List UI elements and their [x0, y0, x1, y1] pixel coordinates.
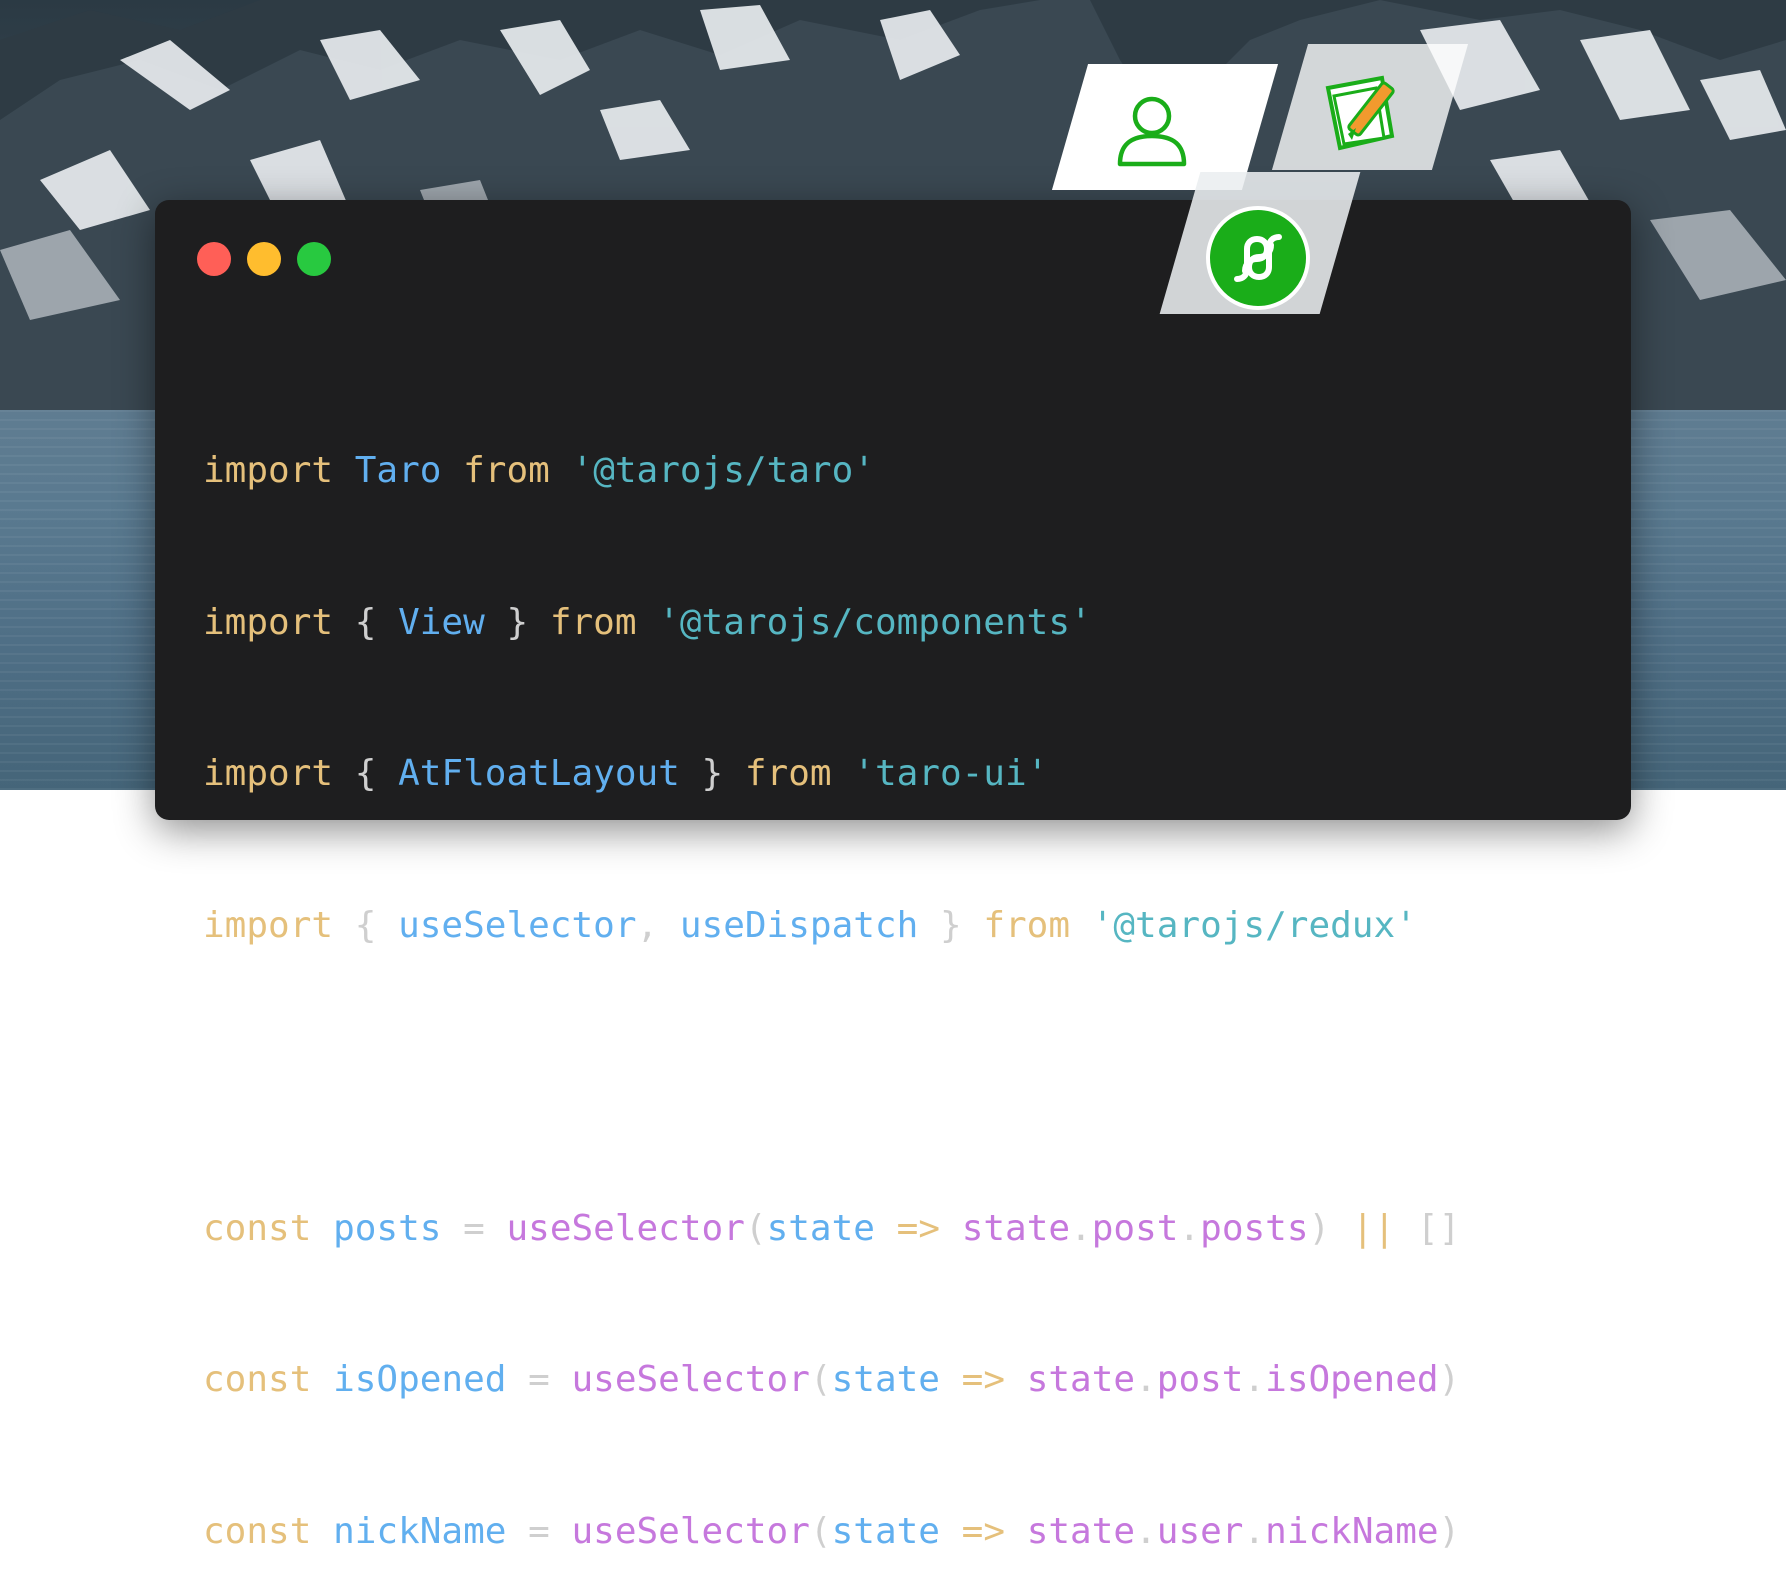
close-button[interactable]: [197, 242, 231, 276]
code-line-2: import { View } from '@tarojs/components…: [203, 601, 1092, 643]
code-line-5: const posts = useSelector(state => state…: [203, 1207, 1461, 1249]
code-window: import Taro from '@tarojs/taro' import {…: [155, 200, 1631, 1552]
minimize-button[interactable]: [247, 242, 281, 276]
miniprogram-icon: [1206, 206, 1310, 310]
code-line-1: import Taro from '@tarojs/taro': [203, 450, 875, 491]
user-icon: [1117, 96, 1187, 167]
code-line-4: import { useSelector, useDispatch } from…: [203, 904, 1417, 946]
code-block: import Taro from '@tarojs/taro' import {…: [203, 345, 1460, 1580]
code-line-6: const isOpened = useSelector(state => st…: [203, 1359, 1461, 1400]
code-line-3: import { AtFloatLayout } from 'taro-ui': [203, 753, 1049, 794]
code-line-7: const nickName = useSelector(state => st…: [203, 1510, 1461, 1552]
note-edit-icon: [1325, 75, 1395, 151]
maximize-button[interactable]: [297, 242, 331, 276]
window-controls: [197, 242, 331, 276]
